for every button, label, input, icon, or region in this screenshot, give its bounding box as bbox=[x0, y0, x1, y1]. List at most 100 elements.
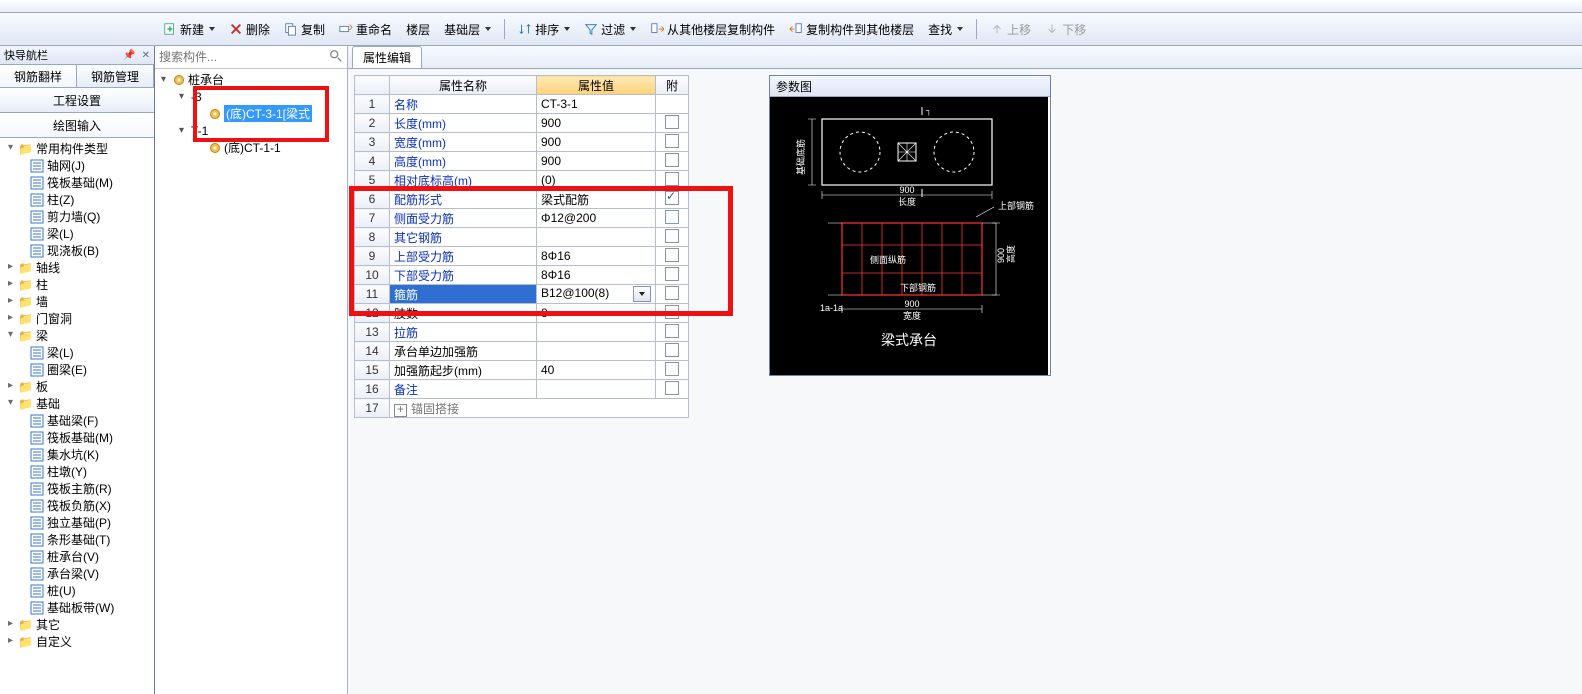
search-input[interactable] bbox=[155, 50, 347, 64]
copy-from-other-floor-button[interactable]: 从其他楼层复制构件 bbox=[647, 19, 778, 40]
expand-icon[interactable]: + bbox=[394, 404, 407, 417]
checkbox-icon[interactable] bbox=[665, 286, 679, 300]
nav-tree-item[interactable]: 筏板主筋(R) bbox=[2, 480, 154, 497]
property-row[interactable]: 16备注 bbox=[355, 380, 689, 399]
nav-tree-item[interactable]: 柱(Z) bbox=[2, 191, 154, 208]
checkbox-icon[interactable] bbox=[665, 191, 679, 205]
property-value[interactable]: (0) bbox=[537, 171, 656, 190]
nav-tree-item[interactable]: 梁(L) bbox=[2, 344, 154, 361]
rename-button[interactable]: 重命名 bbox=[336, 19, 395, 40]
property-row[interactable]: 4高度(mm)900 bbox=[355, 152, 689, 171]
checkbox-icon[interactable] bbox=[665, 362, 679, 376]
nav-tree-item[interactable]: 轴网(J) bbox=[2, 157, 154, 174]
dropdown-icon[interactable] bbox=[633, 286, 651, 302]
property-row[interactable]: 3宽度(mm)900 bbox=[355, 133, 689, 152]
move-down-button[interactable]: 下移 bbox=[1042, 19, 1089, 40]
nav-tree-item[interactable]: ▾📁基础 bbox=[2, 395, 154, 412]
nav-tree-item[interactable]: ▸📁柱 bbox=[2, 276, 154, 293]
property-value[interactable] bbox=[537, 323, 656, 342]
nav-tree-item[interactable]: 独立基础(P) bbox=[2, 514, 154, 531]
nav-tree-item[interactable]: 筏板负筋(X) bbox=[2, 497, 154, 514]
new-button[interactable]: 新建 bbox=[160, 19, 218, 40]
property-row[interactable]: 9上部受力筋8Φ16 bbox=[355, 247, 689, 266]
nav-tree-item[interactable]: 现浇板(B) bbox=[2, 242, 154, 259]
checkbox-icon[interactable] bbox=[665, 210, 679, 224]
checkbox-icon[interactable] bbox=[665, 172, 679, 186]
checkbox-icon[interactable] bbox=[665, 343, 679, 357]
property-attach[interactable] bbox=[656, 342, 689, 361]
nav-tree-item[interactable]: 条形基础(T) bbox=[2, 531, 154, 548]
checkbox-icon[interactable] bbox=[665, 381, 679, 395]
nav-tree-item[interactable]: 基础板带(W) bbox=[2, 599, 154, 616]
property-value[interactable] bbox=[537, 342, 656, 361]
property-attach[interactable] bbox=[656, 323, 689, 342]
property-row[interactable]: 2长度(mm)900 bbox=[355, 114, 689, 133]
property-tab-edit[interactable]: 属性编辑 bbox=[352, 46, 422, 68]
checkbox-icon[interactable] bbox=[665, 134, 679, 148]
property-value[interactable]: 900 bbox=[537, 133, 656, 152]
property-attach[interactable] bbox=[656, 304, 689, 323]
property-value[interactable]: Φ12@200 bbox=[537, 209, 656, 228]
property-row[interactable]: 14承台单边加强筋 bbox=[355, 342, 689, 361]
nav-tree-item[interactable]: 筏板基础(M) bbox=[2, 429, 154, 446]
property-name[interactable]: +锚固搭接 bbox=[390, 399, 689, 418]
property-attach[interactable] bbox=[656, 247, 689, 266]
property-value[interactable] bbox=[537, 228, 656, 247]
property-attach[interactable] bbox=[656, 361, 689, 380]
nav-tree-item[interactable]: ▸📁门窗洞 bbox=[2, 310, 154, 327]
nav-tree-item[interactable]: 桩承台(V) bbox=[2, 548, 154, 565]
property-value[interactable]: 40 bbox=[537, 361, 656, 380]
property-attach[interactable] bbox=[656, 95, 689, 114]
property-value[interactable]: B12@100(8) bbox=[537, 285, 656, 304]
find-button[interactable]: 查找 bbox=[925, 19, 966, 40]
property-row[interactable]: 6配筋形式梁式配筋 bbox=[355, 190, 689, 209]
nav-tree-item[interactable]: ▾📁梁 bbox=[2, 327, 154, 344]
component-tree-item[interactable]: ▾-3 bbox=[157, 88, 345, 105]
nav-tab-rebar-list[interactable]: 钢筋翻样 bbox=[0, 65, 77, 87]
property-attach[interactable] bbox=[656, 266, 689, 285]
property-value[interactable] bbox=[537, 380, 656, 399]
checkbox-icon[interactable] bbox=[665, 267, 679, 281]
component-tree-item[interactable]: (底)CT-1-1 bbox=[157, 139, 345, 156]
property-row[interactable]: 5相对底标高(m)(0) bbox=[355, 171, 689, 190]
property-row[interactable]: 12肢数8 bbox=[355, 304, 689, 323]
nav-tree-item[interactable]: 筏板基础(M) bbox=[2, 174, 154, 191]
nav-tree-item[interactable]: 剪力墙(Q) bbox=[2, 208, 154, 225]
property-value[interactable]: 8 bbox=[537, 304, 656, 323]
copy-to-other-floor-button[interactable]: 复制构件到其他楼层 bbox=[786, 19, 917, 40]
search-icon[interactable] bbox=[329, 49, 343, 63]
sort-button[interactable]: 排序 bbox=[515, 19, 573, 40]
move-up-button[interactable]: 上移 bbox=[987, 19, 1034, 40]
nav-tree-item[interactable]: ▸📁墙 bbox=[2, 293, 154, 310]
nav-tree-item[interactable]: 承台梁(V) bbox=[2, 565, 154, 582]
nav-tree-item[interactable]: 桩(U) bbox=[2, 582, 154, 599]
category-tree[interactable]: ▾📁常用构件类型轴网(J)筏板基础(M)柱(Z)剪力墙(Q)梁(L)现浇板(B)… bbox=[0, 138, 154, 694]
checkbox-icon[interactable] bbox=[665, 305, 679, 319]
property-attach[interactable] bbox=[656, 152, 689, 171]
nav-tree-item[interactable]: ▸📁其它 bbox=[2, 616, 154, 633]
component-tree[interactable]: ▾桩承台▾-3(底)CT-3-1[梁式▾T-1(底)CT-1-1 bbox=[155, 69, 347, 694]
checkbox-icon[interactable] bbox=[665, 115, 679, 129]
property-attach[interactable] bbox=[656, 285, 689, 304]
property-row[interactable]: 8其它钢筋 bbox=[355, 228, 689, 247]
floor-selector[interactable]: 基础层 bbox=[441, 19, 494, 40]
property-row[interactable]: 10下部受力筋8Φ16 bbox=[355, 266, 689, 285]
property-value[interactable]: CT-3-1 bbox=[537, 95, 656, 114]
component-tree-item[interactable]: ▾桩承台 bbox=[157, 71, 345, 88]
close-icon[interactable]: ✕ bbox=[142, 50, 150, 61]
property-attach[interactable] bbox=[656, 190, 689, 209]
property-table[interactable]: 属性名称 属性值 附 1名称CT-3-12长度(mm)9003宽度(mm)900… bbox=[354, 75, 689, 418]
filter-button[interactable]: 过滤 bbox=[581, 19, 639, 40]
property-value[interactable]: 8Φ16 bbox=[537, 247, 656, 266]
property-attach[interactable] bbox=[656, 171, 689, 190]
property-attach[interactable] bbox=[656, 114, 689, 133]
property-row[interactable]: 15加强筋起步(mm)40 bbox=[355, 361, 689, 380]
nav-tab-rebar-manage[interactable]: 钢筋管理 bbox=[77, 65, 154, 87]
component-tree-item[interactable]: (底)CT-3-1[梁式 bbox=[157, 105, 345, 122]
property-value[interactable]: 8Φ16 bbox=[537, 266, 656, 285]
property-row[interactable]: 7侧面受力筋Φ12@200 bbox=[355, 209, 689, 228]
property-attach[interactable] bbox=[656, 380, 689, 399]
component-tree-item[interactable]: ▾T-1 bbox=[157, 122, 345, 139]
nav-tree-item[interactable]: ▸📁自定义 bbox=[2, 633, 154, 650]
property-row[interactable]: 11箍筋B12@100(8) bbox=[355, 285, 689, 304]
